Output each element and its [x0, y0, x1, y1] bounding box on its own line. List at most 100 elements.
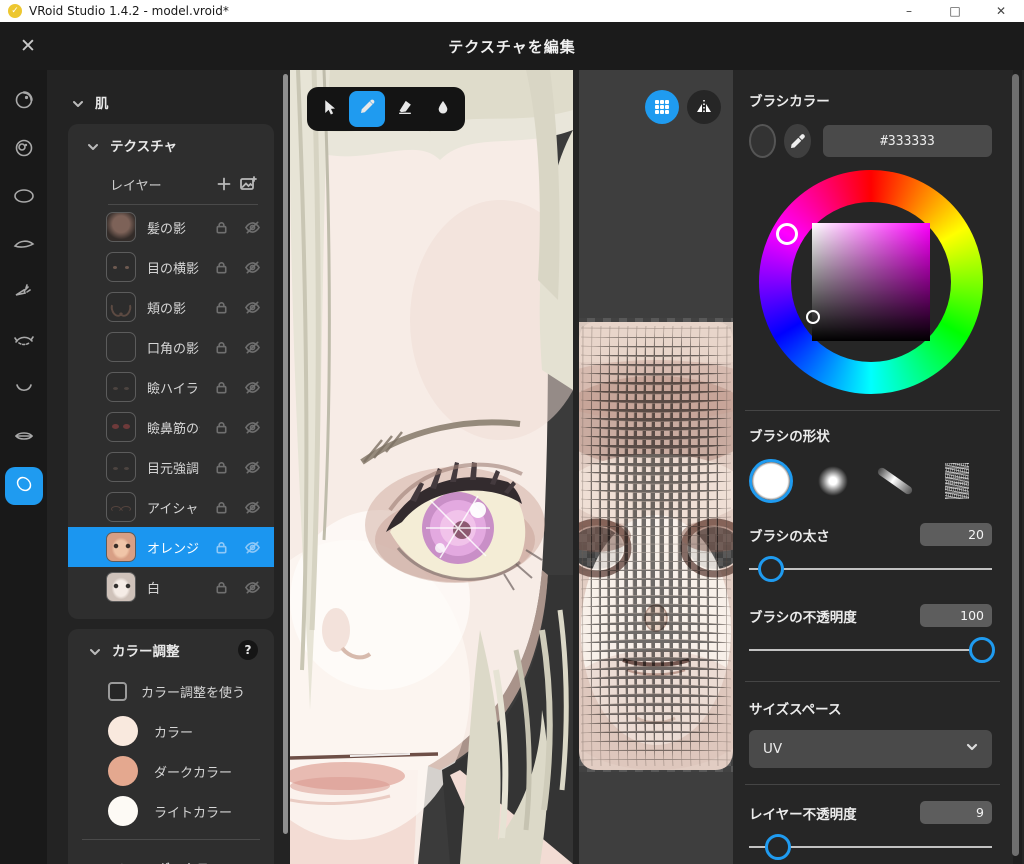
brush-shape-texture[interactable] — [935, 459, 979, 503]
sv-cursor[interactable] — [805, 310, 820, 324]
eye-off-icon[interactable] — [242, 577, 262, 597]
brush-size-slider-thumb[interactable] — [757, 556, 784, 582]
lock-icon[interactable] — [211, 217, 231, 237]
import-image-layer-button[interactable] — [236, 172, 260, 196]
layer-opacity-value[interactable]: 9 — [920, 801, 992, 824]
window-title: VRoid Studio 1.4.2 - model.vroid* — [29, 4, 229, 18]
left-panel-scrollbar[interactable] — [283, 74, 288, 834]
model-3d-viewport[interactable] — [290, 70, 573, 864]
color-adjust-header[interactable]: カラー調整 ? — [68, 629, 274, 671]
cursor-icon — [320, 98, 338, 120]
rail-item-iris[interactable] — [5, 83, 43, 121]
shader-color-row[interactable]: シェーダーカラー — [68, 848, 274, 864]
layer-thumbnail — [106, 212, 136, 242]
brush-size-value[interactable]: 20 — [920, 523, 992, 546]
select-tool-button[interactable] — [311, 91, 347, 127]
color-swatch[interactable] — [108, 756, 138, 786]
uv-texture-pane[interactable] — [579, 70, 733, 864]
soft-round-brush-icon — [818, 466, 848, 496]
eye-off-icon[interactable] — [242, 377, 262, 397]
rail-item-lips[interactable] — [5, 419, 43, 457]
eye-off-icon[interactable] — [242, 297, 262, 317]
eraser-tool-button[interactable] — [387, 91, 423, 127]
layer-row[interactable]: 目の横影 — [68, 247, 274, 287]
layer-row[interactable]: 口角の影 — [68, 327, 274, 367]
toggle-mirror-button[interactable] — [687, 90, 721, 124]
color-swatch-row[interactable]: ライトカラー — [68, 791, 274, 831]
rail-item-eyelash[interactable] — [5, 275, 43, 313]
blur-tool-button[interactable] — [425, 91, 461, 127]
eyedropper-icon[interactable] — [784, 124, 811, 158]
lock-icon[interactable] — [211, 337, 231, 357]
eye-off-icon[interactable] — [242, 457, 262, 477]
layer-row[interactable]: 目元強調 — [68, 447, 274, 487]
layer-row[interactable]: 頬の影 — [68, 287, 274, 327]
rail-item-eye-white[interactable] — [5, 179, 43, 217]
lock-icon[interactable] — [211, 257, 231, 277]
eye-off-icon[interactable] — [242, 537, 262, 557]
lock-icon[interactable] — [211, 297, 231, 317]
rail-item-eye[interactable] — [5, 131, 43, 169]
texture-group-header[interactable]: テクスチャ — [68, 124, 274, 166]
toggle-grid-button[interactable] — [645, 90, 679, 124]
category-skin[interactable]: 肌 — [47, 82, 290, 122]
layer-row[interactable]: 瞼鼻筋の影 — [68, 407, 274, 447]
brush-shape-soft-round[interactable] — [811, 459, 855, 503]
eye-off-icon[interactable] — [242, 257, 262, 277]
layer-thumbnail — [106, 452, 136, 482]
brush-size-slider[interactable] — [749, 554, 992, 584]
color-swatch[interactable] — [108, 716, 138, 746]
brush-shape-hard-round[interactable] — [749, 459, 793, 503]
close-editor-button[interactable]: ✕ — [14, 32, 42, 60]
layer-row[interactable]: オレンジ — [68, 527, 274, 567]
eye-off-icon[interactable] — [242, 417, 262, 437]
face-part-rail — [0, 70, 47, 864]
current-color-swatch[interactable] — [749, 124, 777, 158]
lock-icon[interactable] — [211, 417, 231, 437]
right-panel-scrollbar-thumb[interactable] — [1012, 74, 1019, 856]
lock-icon[interactable] — [211, 377, 231, 397]
layer-opacity-slider[interactable] — [749, 832, 992, 862]
rail-item-mouth-curve[interactable] — [5, 371, 43, 409]
lock-icon[interactable] — [211, 497, 231, 517]
color-swatch-row[interactable]: ダークカラー — [68, 751, 274, 791]
rail-item-eyelid[interactable] — [5, 227, 43, 265]
layer-row[interactable]: 髪の影 — [68, 207, 274, 247]
size-space-select[interactable]: UV — [749, 730, 992, 768]
lock-icon[interactable] — [211, 457, 231, 477]
rail-item-eyeline[interactable] — [5, 323, 43, 361]
help-icon[interactable]: ? — [238, 640, 258, 660]
lock-icon[interactable] — [211, 537, 231, 557]
brush-settings-panel: ブラシカラー ブラシの形状 ブラシの太さ 20 — [733, 70, 1024, 864]
hex-color-input[interactable] — [823, 125, 992, 157]
brush-opacity-value[interactable]: 100 — [920, 604, 992, 627]
eye-off-icon[interactable] — [242, 337, 262, 357]
eye-off-icon[interactable] — [242, 497, 262, 517]
eye-white-icon — [12, 184, 36, 212]
layer-row[interactable]: アイシャドー — [68, 487, 274, 527]
brush-tool-button[interactable] — [349, 91, 385, 127]
use-color-adjust-checkbox[interactable] — [108, 681, 127, 701]
brush-opacity-slider[interactable] — [749, 635, 996, 665]
minimize-button[interactable]: – — [886, 0, 932, 22]
brush-shape-stroke[interactable] — [873, 459, 917, 503]
maximize-button[interactable]: □ — [932, 0, 978, 22]
close-window-button[interactable]: ✕ — [978, 0, 1024, 22]
brush-opacity-slider-thumb[interactable] — [969, 637, 996, 663]
lock-icon[interactable] — [211, 577, 231, 597]
layer-opacity-slider-thumb[interactable] — [765, 834, 792, 860]
add-layer-button[interactable] — [212, 172, 236, 196]
color-swatch[interactable] — [108, 796, 138, 826]
rail-item-skin[interactable] — [4, 467, 43, 505]
saturation-value-square[interactable] — [811, 223, 930, 341]
stroke-brush-icon — [876, 466, 914, 496]
editor-title: テクスチャを編集 — [448, 37, 576, 56]
eye-off-icon[interactable] — [242, 217, 262, 237]
color-wheel[interactable] — [758, 170, 983, 394]
hue-cursor[interactable] — [775, 223, 798, 245]
layer-row[interactable]: 瞼ハイライト — [68, 367, 274, 407]
color-swatch-row[interactable]: カラー — [68, 711, 274, 751]
layer-row[interactable]: 白 — [68, 567, 274, 607]
right-panel-scrollbar[interactable] — [1012, 70, 1022, 864]
use-color-adjust-row[interactable]: カラー調整を使う — [68, 671, 274, 711]
